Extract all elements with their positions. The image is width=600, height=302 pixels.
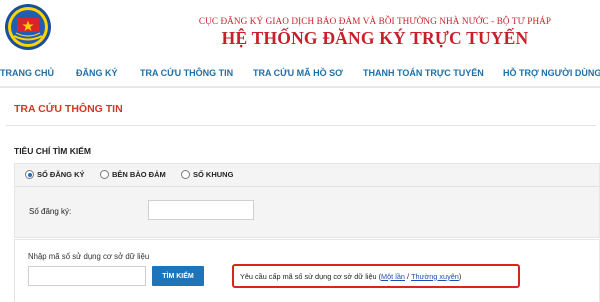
radio-unselected-icon[interactable] — [100, 170, 109, 179]
radio-unselected-icon[interactable] — [181, 170, 190, 179]
title-divider — [6, 125, 596, 126]
request-code-text: Yêu cầu cấp mã số sử dụng cơ sở dữ liệu … — [240, 271, 382, 281]
request-once-link[interactable]: Một lần — [381, 272, 405, 281]
system-title: HỆ THỐNG ĐĂNG KÝ TRỰC TUYẾN — [221, 28, 529, 48]
ministry-emblem-icon[interactable] — [4, 3, 52, 51]
nav-item-home[interactable]: TRANG CHỦ — [0, 68, 54, 78]
radio-label: SỐ KHUNG — [193, 170, 234, 179]
main-nav: TRANG CHỦ ĐĂNG KÝ TRA CỨU THÔNG TIN TRA … — [0, 58, 600, 88]
nav-item-lookup-file-code[interactable]: TRA CỨU MÃ HỒ SƠ — [253, 68, 343, 78]
radio-label: SỐ ĐĂNG KÝ — [37, 170, 85, 179]
site-header: CỤC ĐĂNG KÝ GIAO DỊCH BẢO ĐẢM VÀ BỒI THƯ… — [0, 0, 600, 58]
nav-item-user-support[interactable]: HỖ TRỢ NGƯỜI DÙNG — [503, 68, 600, 78]
database-code-label: Nhập mã số sử dụng cơ sở dữ liệu — [28, 252, 150, 261]
agency-name: CỤC ĐĂNG KÝ GIAO DỊCH BẢO ĐẢM VÀ BỒI THƯ… — [198, 16, 552, 26]
database-code-panel: Nhập mã số sử dụng cơ sở dữ liệu TÌM KIẾ… — [14, 239, 600, 302]
panel-divider — [15, 186, 599, 187]
nav-item-online-payment[interactable]: THANH TOÁN TRỰC TUYẾN — [363, 68, 484, 78]
search-criteria-title: TIÊU CHÍ TÌM KIẾM — [14, 146, 91, 156]
registration-number-input[interactable] — [148, 200, 254, 220]
radio-chassis-number[interactable]: SỐ KHUNG — [181, 170, 233, 179]
nav-item-register[interactable]: ĐĂNG KÝ — [76, 68, 118, 78]
request-regular-link[interactable]: Thường xuyên — [411, 272, 459, 281]
radio-registration-number[interactable]: SỐ ĐĂNG KÝ — [25, 170, 85, 179]
radio-secured-party[interactable]: BÊN BẢO ĐẢM — [100, 170, 166, 179]
page-title: TRA CỨU THÔNG TIN — [14, 103, 123, 115]
request-code-box: Yêu cầu cấp mã số sử dụng cơ sở dữ liệu … — [232, 264, 520, 288]
search-criteria-panel: SỐ ĐĂNG KÝ BÊN BẢO ĐẢM SỐ KHUNG Số đăng … — [14, 163, 600, 238]
registration-number-label: Số đăng ký: — [29, 207, 72, 216]
radio-label: BÊN BẢO ĐẢM — [112, 170, 166, 179]
request-code-suffix: ) — [458, 271, 462, 281]
radio-selected-icon[interactable] — [25, 170, 34, 179]
search-button[interactable]: TÌM KIẾM — [152, 266, 204, 286]
database-code-input[interactable] — [28, 266, 146, 286]
nav-item-lookup-info[interactable]: TRA CỨU THÔNG TIN — [140, 68, 233, 78]
